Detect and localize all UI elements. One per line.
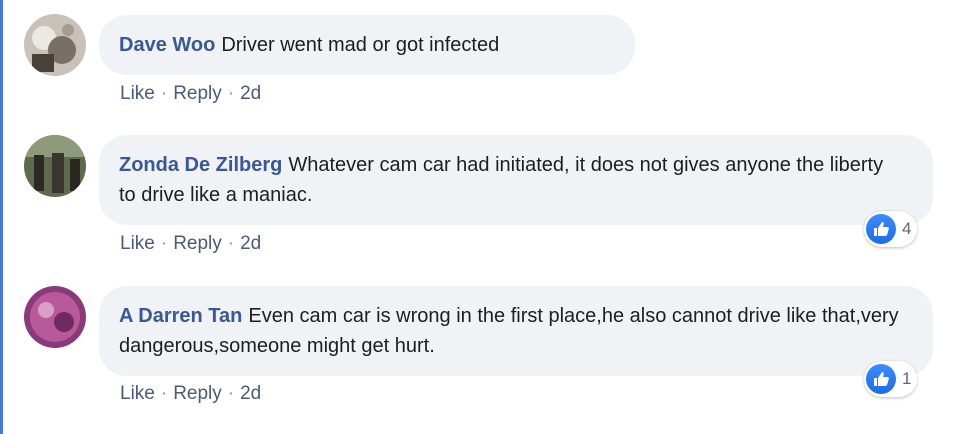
comment-author[interactable]: A Darren Tan [119, 305, 242, 327]
separator: · [160, 83, 168, 104]
comment-text: Driver went mad or got infected [221, 34, 500, 56]
comment-actions: Like · Reply · 2d [120, 233, 261, 255]
avatar-image [24, 14, 86, 76]
avatar-image [24, 135, 86, 197]
thumbs-up-icon [866, 214, 896, 244]
comment-author[interactable]: Dave Woo [119, 34, 215, 56]
avatar[interactable] [24, 135, 86, 197]
reply-link[interactable]: Reply [173, 383, 222, 404]
thumbs-up-icon [866, 364, 896, 394]
comment-bubble: Zonda De Zilberg Whatever cam car had ini… [99, 135, 933, 225]
timestamp-link[interactable]: 2d [240, 233, 261, 254]
reply-link[interactable]: Reply [173, 83, 222, 104]
separator: · [160, 383, 168, 404]
comment-author[interactable]: Zonda De Zilberg [119, 154, 282, 176]
avatar[interactable] [24, 286, 86, 348]
separator: · [160, 233, 168, 254]
timestamp-link[interactable]: 2d [240, 83, 261, 104]
comment-actions: Like · Reply · 2d [120, 383, 261, 405]
separator: · [227, 83, 235, 104]
separator: · [227, 383, 235, 404]
separator: · [227, 233, 235, 254]
reaction-summary[interactable]: 4 [864, 211, 918, 247]
like-link[interactable]: Like [120, 233, 155, 254]
avatar[interactable] [24, 14, 86, 76]
reaction-count: 4 [902, 219, 912, 238]
left-border [0, 0, 3, 434]
reply-link[interactable]: Reply [173, 233, 222, 254]
like-link[interactable]: Like [120, 83, 155, 104]
comment-bubble: Dave Woo Driver went mad or got infected [99, 15, 635, 75]
comment-actions: Like · Reply · 2d [120, 83, 261, 105]
timestamp-link[interactable]: 2d [240, 383, 261, 404]
like-link[interactable]: Like [120, 383, 155, 404]
reaction-count: 1 [902, 369, 912, 388]
avatar-image [24, 286, 86, 348]
comment-bubble: A Darren Tan Even cam car is wrong in the… [99, 286, 933, 376]
reaction-summary[interactable]: 1 [864, 361, 918, 397]
